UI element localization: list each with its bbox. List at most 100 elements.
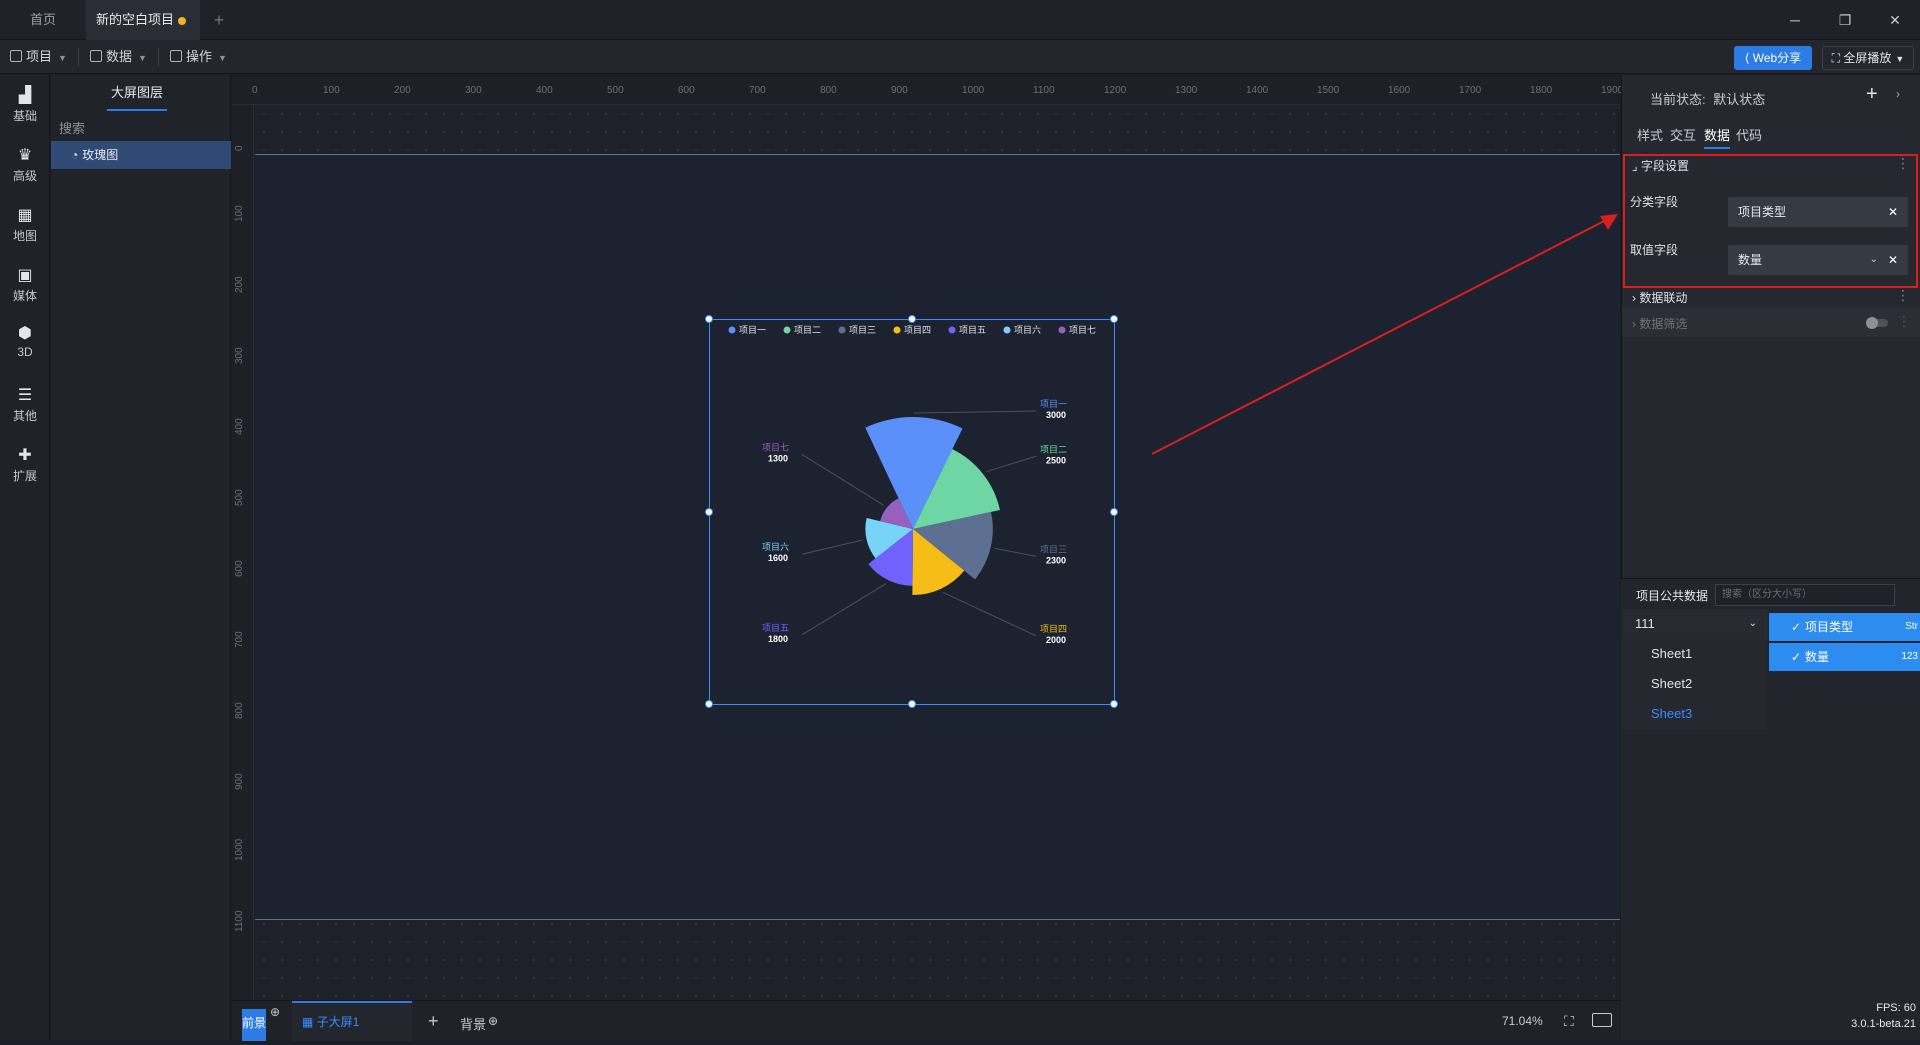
resize-handle[interactable]	[1110, 700, 1118, 708]
tab-style[interactable]: 样式	[1637, 125, 1663, 149]
sheet-item[interactable]: Sheet1	[1621, 639, 1767, 669]
resize-handle[interactable]	[1110, 508, 1118, 516]
legend-label: 项目六	[1014, 324, 1041, 335]
label-leader-line	[994, 547, 1037, 557]
data-linkage-header[interactable]: › 数据联动	[1632, 289, 1687, 306]
datasource-row[interactable]: 111 ⌄	[1621, 609, 1767, 639]
tab-project[interactable]: 新的空白项目	[86, 0, 200, 40]
legend-label: 项目二	[794, 325, 821, 335]
legend-item[interactable]: 项目五	[948, 325, 987, 335]
add-tab-button[interactable]: +	[208, 0, 230, 40]
data-filter-header[interactable]: › 数据筛选	[1632, 315, 1687, 332]
column-item[interactable]: ✓ 项目类型 Str	[1769, 613, 1920, 641]
rail-item-other[interactable]: ☰ 其他	[0, 385, 50, 435]
tab-screen-layers[interactable]: 大屏图层	[107, 83, 167, 111]
public-data-title: 项目公共数据	[1636, 589, 1709, 603]
ruler-tick-label: 600	[234, 560, 245, 577]
state-indicator: 当前状态: 默认状态	[1650, 89, 1765, 108]
slice-value-label: 3000	[1046, 410, 1066, 420]
resize-handle[interactable]	[705, 700, 713, 708]
rail-item-3d[interactable]: ⬢ 3D	[0, 323, 50, 373]
ruler-tick-label: 500	[607, 85, 624, 96]
add-state-button[interactable]: +	[1866, 83, 1878, 106]
ruler-tick-label: 400	[234, 418, 245, 435]
close-button[interactable]: ✕	[1870, 0, 1920, 40]
rail-item-extension[interactable]: ✚ 扩展	[0, 445, 50, 495]
cube-icon: ⬢	[18, 325, 32, 342]
menu-data-label: 数据	[106, 49, 133, 64]
data-filter-toggle[interactable]	[1866, 317, 1888, 329]
rail-item-map[interactable]: ▦ 地图	[0, 205, 50, 255]
ruler-tick-label: 500	[234, 489, 245, 506]
label-leader-line	[942, 591, 1037, 637]
background-tab[interactable]: 背景 ⊕	[460, 1001, 498, 1045]
foreground-tab[interactable]: 前景	[242, 1009, 266, 1041]
legend-item[interactable]: 项目四	[893, 325, 932, 335]
more-icon[interactable]: ⋮	[1897, 313, 1911, 330]
legend-item[interactable]: 项目三	[838, 325, 877, 335]
tab-home[interactable]: 首页	[0, 0, 86, 40]
menu-data[interactable]: 数据 ▼	[90, 40, 147, 74]
legend-item[interactable]: 项目一	[728, 325, 767, 335]
minimize-button[interactable]: ─	[1770, 0, 1820, 40]
add-background-icon[interactable]: ⊕	[488, 1014, 498, 1028]
ruler-tick-label: 1400	[1246, 85, 1269, 96]
resize-handle[interactable]	[1110, 315, 1118, 323]
layer-search-input[interactable]: 搜索	[59, 117, 223, 141]
public-data-search-input[interactable]: 搜索（区分大小写）	[1715, 584, 1895, 606]
fit-screen-icon[interactable]: ⛶	[1564, 1001, 1574, 1041]
resize-handle[interactable]	[908, 700, 916, 708]
legend-item[interactable]: 项目七	[1058, 325, 1097, 335]
resize-handle[interactable]	[705, 508, 713, 516]
tab-data[interactable]: 数据	[1704, 125, 1731, 149]
menu-project[interactable]: 项目 ▼	[10, 40, 67, 74]
ruler-tick-label: 700	[234, 631, 245, 648]
rail-item-advanced[interactable]: ♛ 高级	[0, 145, 50, 195]
add-sub-screen-button[interactable]: +	[428, 1001, 439, 1041]
layer-item[interactable]: ◔ 玫瑰图	[51, 141, 231, 169]
resize-handle[interactable]	[705, 315, 713, 323]
tab-interaction[interactable]: 交互	[1670, 125, 1696, 149]
chevron-down-icon: ▼	[138, 53, 147, 63]
legend-swatch	[1003, 326, 1011, 334]
resize-handle[interactable]	[908, 315, 916, 323]
legend-item[interactable]: 项目六	[1003, 324, 1042, 335]
ruler-top: 0 100 200 300 400 500 600 700 800 900 1000 1100 1200…	[232, 75, 1623, 105]
legend-label: 项目一	[739, 325, 766, 335]
sub-screen-tab[interactable]: ▦ 子大屏1	[292, 1001, 412, 1041]
rose-chart-widget[interactable]: 项目一 项目二 项目三 项目四 项目五 项目六 项目七 项目一 3000 项目二 2500 项目三 23…	[705, 315, 1118, 708]
restore-button[interactable]: ❐	[1820, 0, 1870, 40]
slice-category-label: 项目七	[762, 443, 789, 453]
web-share-button[interactable]: ⟨ Web分享	[1734, 46, 1812, 70]
legend-label: 项目三	[849, 325, 876, 335]
chevron-down-icon: ▼	[58, 53, 67, 63]
legend-item[interactable]: 项目二	[783, 325, 822, 335]
toggle-knob	[1866, 317, 1878, 329]
rose-chart: 项目一 项目二 项目三 项目四 项目五 项目六 项目七项目一3000项目二2500项目三23…	[728, 324, 1097, 645]
ruler-left: 0 100 200 300 400 500 600 700 800 900 1000 1100	[232, 105, 254, 1000]
fullscreen-play-button[interactable]: ⛶ 全屏播放 ▼	[1822, 46, 1914, 70]
rail-item-basic[interactable]: ▟ 基础	[0, 85, 50, 135]
ruler-tick-label: 300	[465, 85, 482, 96]
zoom-level[interactable]: 71.04%	[1502, 1001, 1543, 1041]
sheet-item-active[interactable]: Sheet3	[1621, 699, 1767, 729]
sheet-item[interactable]: Sheet2	[1621, 669, 1767, 699]
chevron-down-icon: ⌄	[1748, 618, 1757, 629]
check-icon: ✓	[1791, 650, 1802, 664]
menu-operation[interactable]: 操作 ▼	[170, 40, 227, 74]
chevron-right-icon[interactable]: ›	[1896, 87, 1900, 101]
rail-item-media[interactable]: ▣ 媒体	[0, 265, 50, 315]
column-item[interactable]: ✓ 数量 123	[1769, 643, 1920, 671]
share-icon: ⟨	[1744, 51, 1753, 65]
tab-code[interactable]: 代码	[1736, 125, 1762, 149]
add-foreground-icon[interactable]: ⊕	[270, 1005, 280, 1019]
more-icon[interactable]: ⋮	[1896, 287, 1910, 304]
pie-chart-icon: ◔	[71, 148, 79, 162]
rail-item-label: 基础	[12, 109, 37, 123]
slice-value-label: 1300	[768, 454, 788, 464]
fullscreen-label: 全屏播放	[1843, 51, 1892, 65]
map-icon: ▦	[17, 207, 33, 224]
ruler-tick-label: 1200	[1104, 85, 1127, 96]
keyboard-icon[interactable]	[1592, 1013, 1612, 1027]
data-filter-row: › 数据筛选 ⋮	[1622, 307, 1920, 337]
